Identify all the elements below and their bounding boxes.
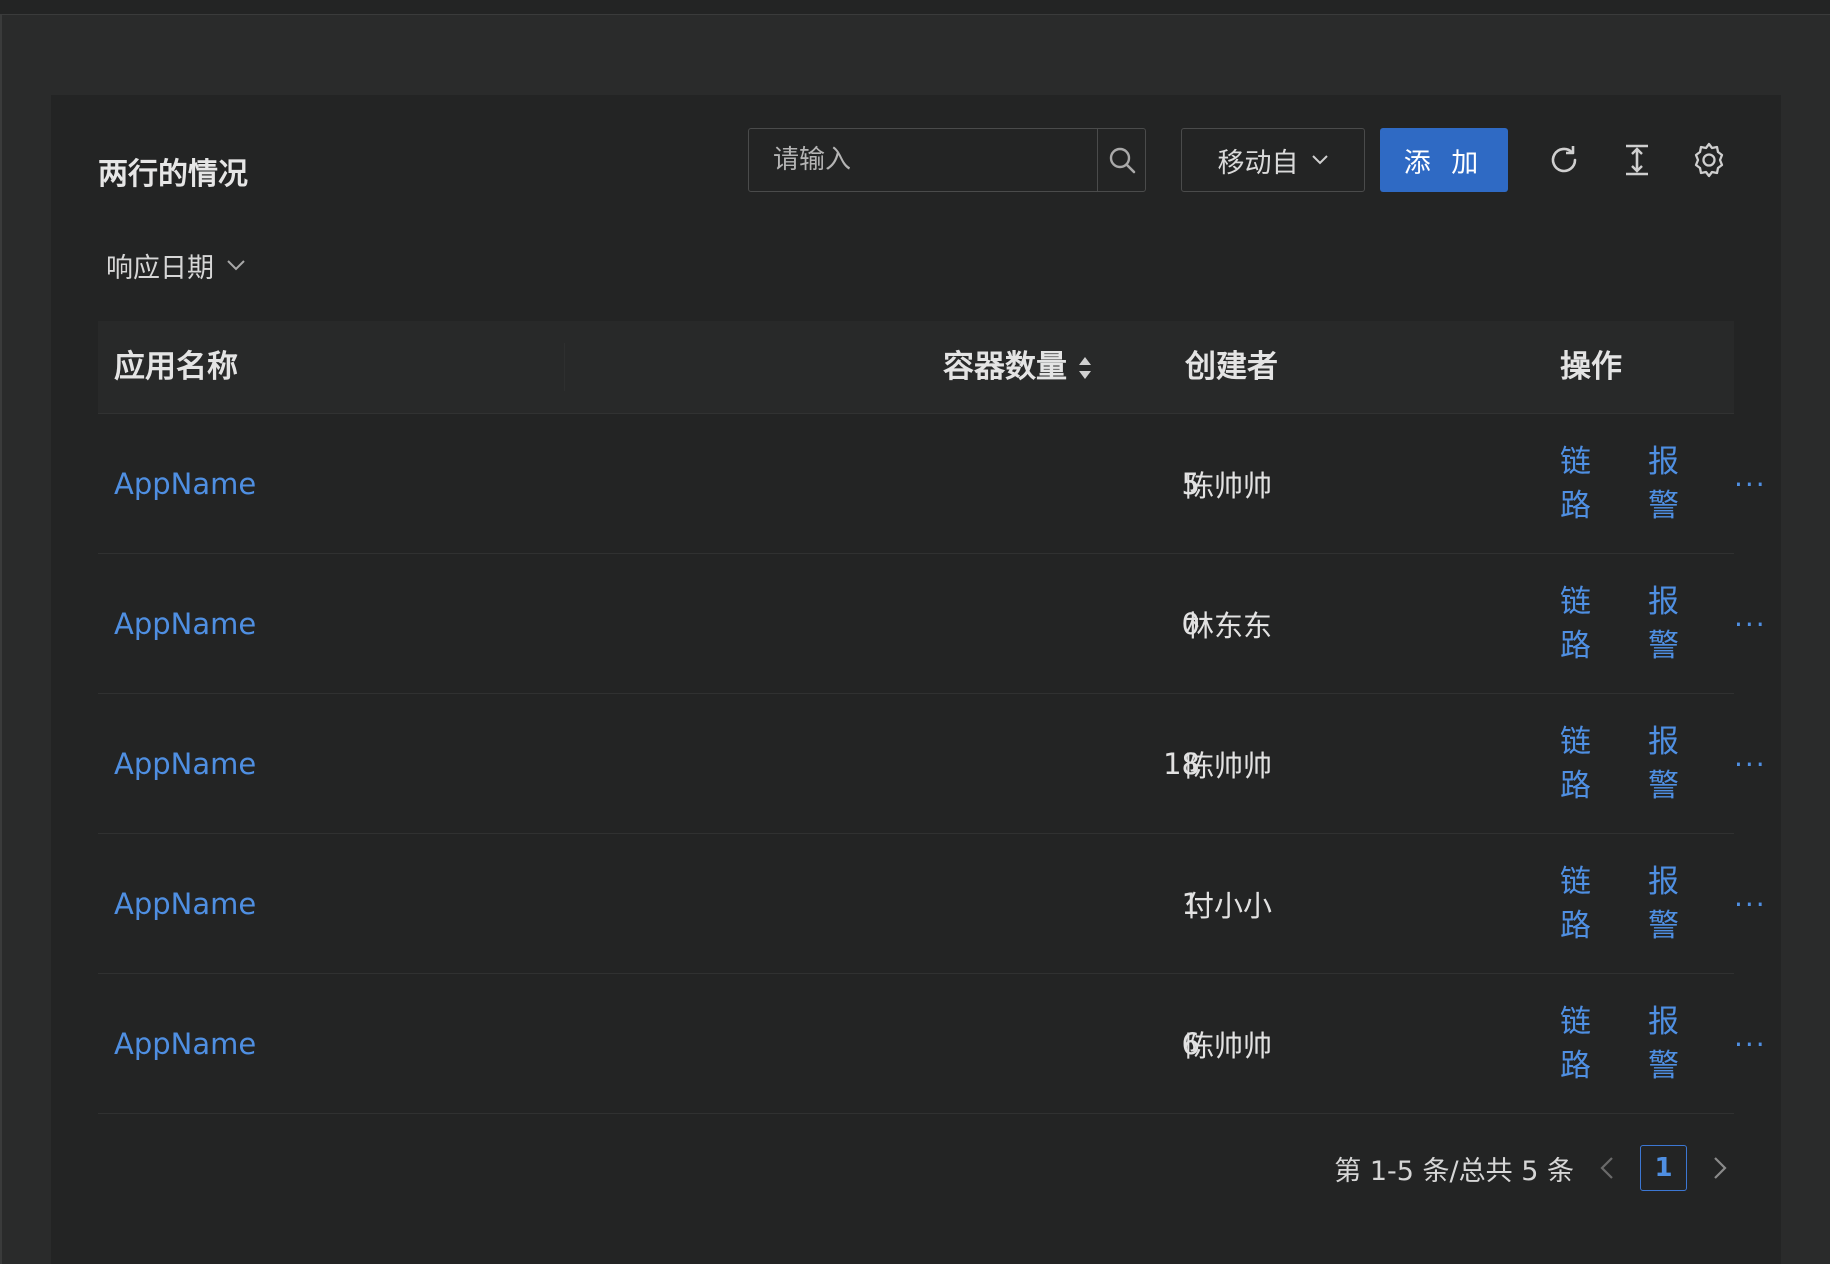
trace-link[interactable]: 链路 [1560,834,1591,974]
trace-link-line-1: 链 [1560,724,1591,760]
app-name-link[interactable]: AppName [114,554,256,694]
container-count: 18 [1163,747,1200,781]
column-height-button[interactable] [1616,139,1658,181]
app-name-link[interactable]: AppName [114,974,256,1114]
creator-name: 林东东 [1185,609,1273,643]
add-button[interactable]: 添 加 [1380,128,1508,192]
refresh-icon [1551,146,1577,173]
window-top-bar [0,0,1830,15]
table-card: 两行的情况 移动自 添 加 [51,95,1781,1264]
filter-label: 响应日期 [106,252,214,284]
more-actions-button[interactable]: ··· [1734,414,1767,554]
alarm-link-line-2: 警 [1648,488,1679,524]
sort-icon [1079,356,1091,379]
creator-name: 陈帅帅 [1185,1029,1273,1063]
trace-link-line-2: 路 [1560,628,1591,664]
column-divider [564,343,565,391]
trace-link-line-1: 链 [1560,584,1591,620]
settings-button[interactable] [1688,139,1730,181]
alarm-link[interactable]: 报警 [1648,974,1679,1114]
table-row: AppName 5 陈帅帅 链路 报警 ··· [98,414,1765,554]
creator-name: 付小小 [1185,889,1273,923]
search-box [748,128,1146,192]
alarm-link-line-2: 警 [1648,1048,1679,1084]
alarm-link-line-1: 报 [1648,864,1679,900]
move-from-select[interactable]: 移动自 [1181,128,1365,192]
gear-icon [1694,142,1724,178]
more-actions-button[interactable]: ··· [1734,694,1767,834]
column-header-count-label: 容器数量 [943,349,1067,385]
alarm-link-line-2: 警 [1648,768,1679,804]
apps-table: 应用名称 容器数量 创建者 操作 AppName 5 陈帅帅 链路 报警 ··· [98,321,1765,1114]
more-actions-button[interactable]: ··· [1734,554,1767,694]
trace-link-line-2: 路 [1560,488,1591,524]
card-title: 两行的情况 [98,157,248,192]
table-row: AppName 6 陈帅帅 链路 报警 ··· [98,974,1765,1114]
alarm-link-line-1: 报 [1648,584,1679,620]
more-actions-button[interactable]: ··· [1734,974,1767,1114]
chevron-down-icon [227,260,245,271]
app-name-link[interactable]: AppName [114,414,256,554]
trace-link-line-1: 链 [1560,864,1591,900]
creator-name: 陈帅帅 [1185,469,1273,503]
alarm-link[interactable]: 报警 [1648,554,1679,694]
creator-name: 陈帅帅 [1185,749,1273,783]
trace-link-line-2: 路 [1560,908,1591,944]
column-header-creator: 创建者 [1185,349,1278,385]
chevron-down-icon [1311,155,1328,165]
alarm-link[interactable]: 报警 [1648,694,1679,834]
column-header-actions: 操作 [1560,349,1622,385]
alarm-link[interactable]: 报警 [1648,834,1679,974]
table-header: 应用名称 容器数量 创建者 操作 [98,321,1734,414]
trace-link[interactable]: 链路 [1560,694,1591,834]
table-row: AppName 18 陈帅帅 链路 报警 ··· [98,694,1765,834]
app-name-link[interactable]: AppName [114,694,256,834]
trace-link-line-2: 路 [1560,768,1591,804]
trace-link[interactable]: 链路 [1560,974,1591,1114]
container-count: 0 [1181,607,1200,641]
chevron-left-icon [1600,1157,1613,1179]
response-date-filter[interactable]: 响应日期 [106,235,246,295]
alarm-link-line-1: 报 [1648,724,1679,760]
column-header-count[interactable]: 容器数量 [943,321,1093,414]
pagination: 第 1-5 条/总共 5 条 1 [1334,1145,1735,1191]
pagination-summary: 第 1-5 条/总共 5 条 [1334,1155,1574,1187]
search-input[interactable] [749,129,1097,191]
app-name-link[interactable]: AppName [114,834,256,974]
column-height-icon [1626,144,1648,176]
search-icon [1109,147,1135,174]
trace-link-line-2: 路 [1560,1048,1591,1084]
alarm-link[interactable]: 报警 [1648,414,1679,554]
column-header-name: 应用名称 [114,349,238,385]
trace-link[interactable]: 链路 [1560,554,1591,694]
refresh-button[interactable] [1543,139,1585,181]
alarm-link-line-1: 报 [1648,444,1679,480]
container-count: 6 [1181,1027,1200,1061]
more-actions-button[interactable]: ··· [1734,834,1767,974]
window-left-edge [0,15,2,1264]
container-count: 1 [1181,887,1200,921]
trace-link[interactable]: 链路 [1560,414,1591,554]
trace-link-line-1: 链 [1560,1004,1591,1040]
alarm-link-line-2: 警 [1648,628,1679,664]
alarm-link-line-1: 报 [1648,1004,1679,1040]
alarm-link-line-2: 警 [1648,908,1679,944]
select-label: 移动自 [1217,147,1299,179]
chevron-right-icon [1714,1157,1727,1179]
prev-page-button[interactable] [1592,1156,1622,1180]
page-number-button[interactable]: 1 [1640,1145,1687,1191]
next-page-button[interactable] [1705,1156,1735,1180]
trace-link-line-1: 链 [1560,444,1591,480]
container-count: 5 [1181,467,1200,501]
table-row: AppName 0 林东东 链路 报警 ··· [98,554,1765,694]
table-row: AppName 1 付小小 链路 报警 ··· [98,834,1765,974]
search-button[interactable] [1097,129,1145,191]
